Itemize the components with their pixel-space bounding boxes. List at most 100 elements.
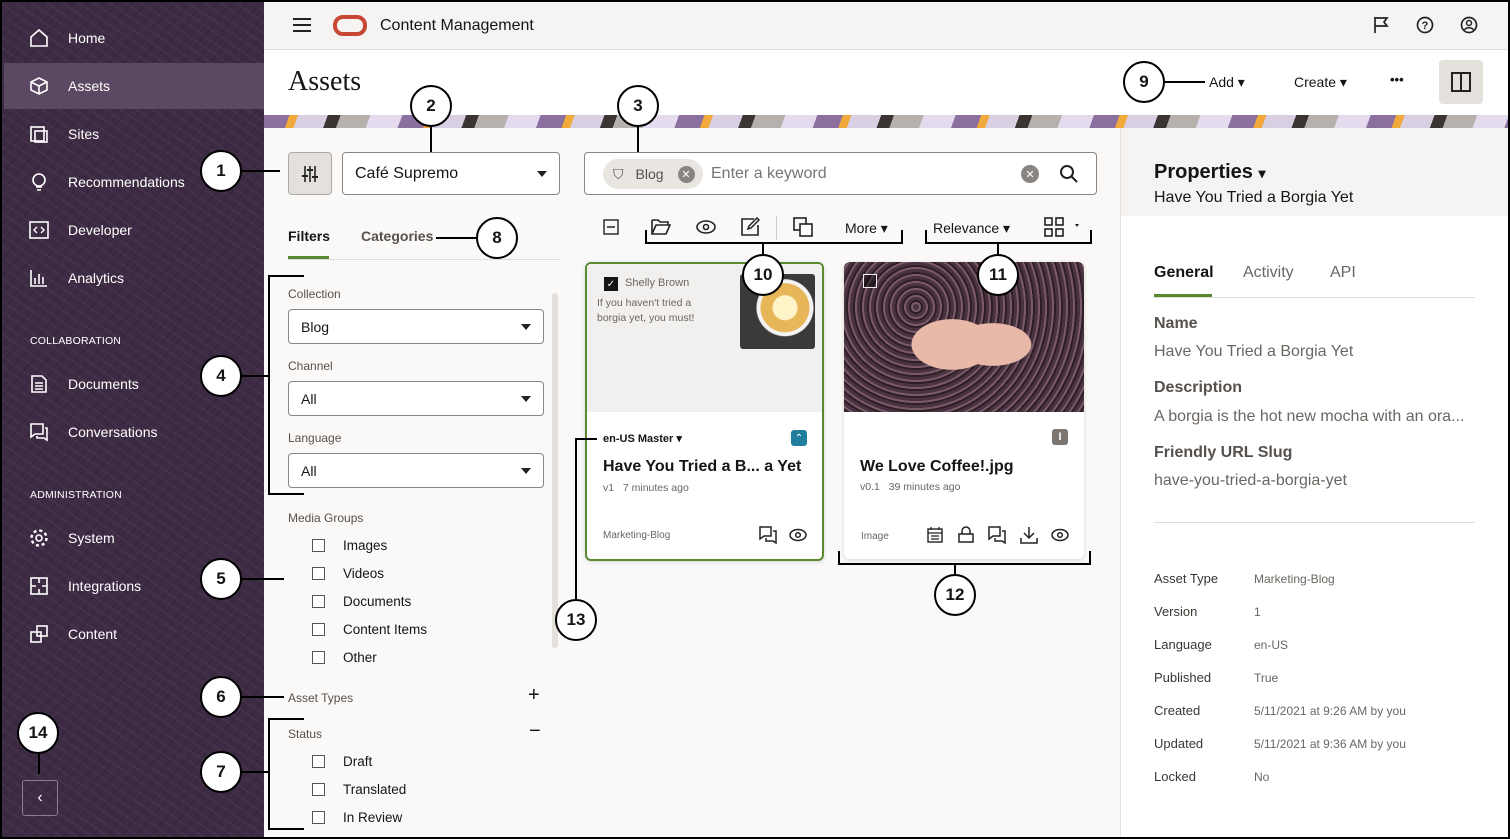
checkbox-content-items[interactable]: Content Items (312, 622, 427, 637)
sidebar-item-assets[interactable]: Assets (4, 63, 264, 109)
sidebar-item-label: Integrations (68, 578, 142, 594)
collection-value: Blog (301, 318, 330, 335)
card-title[interactable]: We Love Coffee!.jpg (860, 458, 1014, 476)
help-icon[interactable]: ? (1416, 16, 1434, 39)
detail-key: Published (1154, 670, 1212, 685)
view-eye-icon[interactable] (695, 216, 717, 238)
checkbox-images[interactable]: Images (312, 538, 387, 553)
asset-card-image[interactable]: I We Love Coffee!.jpg v0.1 39 minutes ag… (844, 262, 1084, 559)
coffee-beans-image (844, 262, 1084, 412)
sidebar-item-label: Analytics (68, 270, 125, 286)
checkbox-box (312, 783, 325, 796)
tab-general[interactable]: General (1154, 264, 1214, 282)
user-avatar-icon[interactable] (1460, 16, 1478, 39)
detail-value: en-US (1254, 638, 1289, 652)
search-input[interactable] (711, 163, 1011, 185)
card-type: Image (861, 531, 889, 542)
repository-select[interactable]: Café Supremo (342, 152, 560, 195)
chevron-down-icon (537, 170, 547, 177)
checked-checkbox-icon[interactable]: ✓ (604, 277, 618, 291)
flag-icon[interactable] (1372, 16, 1390, 39)
sort-select[interactable]: Relevance ▾ (933, 220, 1010, 237)
remove-chip-icon[interactable]: ✕ (677, 165, 695, 183)
asset-card-blog[interactable]: ✓ Shelly Brown If you haven't tried a bo… (585, 262, 824, 561)
select-checkbox[interactable] (863, 274, 877, 288)
grid-view-icon[interactable] (1044, 217, 1084, 242)
channel-label: Channel (288, 359, 333, 373)
add-button[interactable]: Add ▾ (1209, 74, 1245, 91)
hamburger-menu-icon[interactable] (292, 17, 312, 38)
checkbox-videos[interactable]: Videos (312, 566, 384, 581)
clear-search-icon[interactable]: ✕ (1021, 165, 1039, 183)
checkbox-translated[interactable]: Translated (312, 782, 406, 797)
search-icon[interactable] (1059, 164, 1079, 189)
conversation-icon[interactable] (988, 526, 1006, 549)
checkbox-in-review[interactable]: In Review (312, 810, 402, 825)
tab-categories[interactable]: Categories (361, 228, 433, 244)
copy-icon[interactable] (792, 216, 814, 238)
create-button[interactable]: Create ▾ (1294, 74, 1347, 91)
callout-9: 9 (1123, 61, 1165, 103)
filter-icon: ⛉ (613, 165, 624, 182)
repository-value: Café Supremo (355, 164, 459, 182)
download-icon[interactable] (1020, 526, 1038, 549)
sidebar-item-label: Documents (68, 376, 139, 392)
deselect-all-icon[interactable] (600, 216, 622, 238)
language-dropdown[interactable]: en-US Master ▾ (603, 432, 682, 445)
more-actions-button[interactable]: ••• (1390, 72, 1404, 87)
tab-activity[interactable]: Activity (1243, 264, 1294, 282)
preview-eye-icon[interactable] (789, 528, 807, 547)
scrollbar[interactable] (552, 293, 558, 648)
collapse-minus-icon[interactable]: − (529, 720, 541, 743)
checkbox-documents[interactable]: Documents (312, 594, 411, 609)
properties-dropdown[interactable]: Properties ▾ (1154, 161, 1266, 184)
card-type: Marketing-Blog (603, 530, 671, 541)
tab-filters[interactable]: Filters (288, 228, 330, 244)
slug-value: have-you-tried-a-borgia-yet (1154, 472, 1347, 489)
sidebar-item-home[interactable]: Home (4, 15, 264, 61)
lock-icon[interactable] (958, 526, 974, 548)
checkbox-label: Other (343, 650, 377, 665)
sidebar-item-conversations[interactable]: Conversations (4, 409, 264, 455)
channel-select[interactable]: All (288, 381, 544, 416)
sites-icon (28, 123, 50, 145)
collection-select[interactable]: Blog (288, 309, 544, 344)
toggle-properties-panel-button[interactable] (1439, 60, 1483, 104)
name-value: Have You Tried a Borgia Yet (1154, 343, 1354, 360)
toggle-filters-button[interactable] (288, 152, 332, 195)
more-menu-button[interactable]: More ▾ (845, 220, 888, 237)
card-title[interactable]: Have You Tried a B... a Yet (603, 458, 801, 476)
conversation-icon[interactable] (759, 526, 777, 549)
checkbox-other[interactable]: Other (312, 650, 377, 665)
detail-key: Asset Type (1154, 571, 1219, 586)
checkbox-label: Content Items (343, 622, 428, 637)
expand-plus-icon[interactable]: + (528, 684, 540, 707)
chevron-down-icon (521, 323, 531, 330)
sidebar-item-developer[interactable]: Developer (4, 207, 264, 253)
sidebar-item-system[interactable]: System (4, 515, 264, 561)
lightbulb-icon (28, 171, 50, 193)
language-label: Language (288, 431, 342, 445)
preview-eye-icon[interactable] (1051, 528, 1069, 547)
sidebar-item-content[interactable]: Content (4, 611, 264, 657)
calendar-icon[interactable] (927, 527, 943, 548)
language-value: All (301, 462, 317, 479)
edit-icon[interactable] (739, 216, 761, 238)
checkbox-label: Draft (343, 754, 373, 769)
callout-2: 2 (410, 85, 452, 127)
filter-chip-blog[interactable]: ⛉ Blog ✕ (603, 159, 703, 189)
channel-value: All (301, 390, 317, 407)
open-folder-icon[interactable] (650, 216, 672, 238)
callout-10: 10 (742, 254, 784, 296)
tab-api[interactable]: API (1330, 264, 1356, 282)
chevron-down-icon (521, 395, 531, 402)
collapse-sidebar-button[interactable]: ‹ (22, 780, 58, 816)
language-select[interactable]: All (288, 453, 544, 488)
checkbox-label: Images (343, 538, 388, 553)
top-bar: Content Management ? (264, 0, 1510, 50)
detail-value: No (1254, 770, 1270, 784)
detail-value: 5/11/2021 at 9:36 AM by you (1254, 737, 1406, 751)
page-title: Assets (288, 66, 362, 97)
sidebar-item-analytics[interactable]: Analytics (4, 255, 264, 301)
checkbox-draft[interactable]: Draft (312, 754, 372, 769)
